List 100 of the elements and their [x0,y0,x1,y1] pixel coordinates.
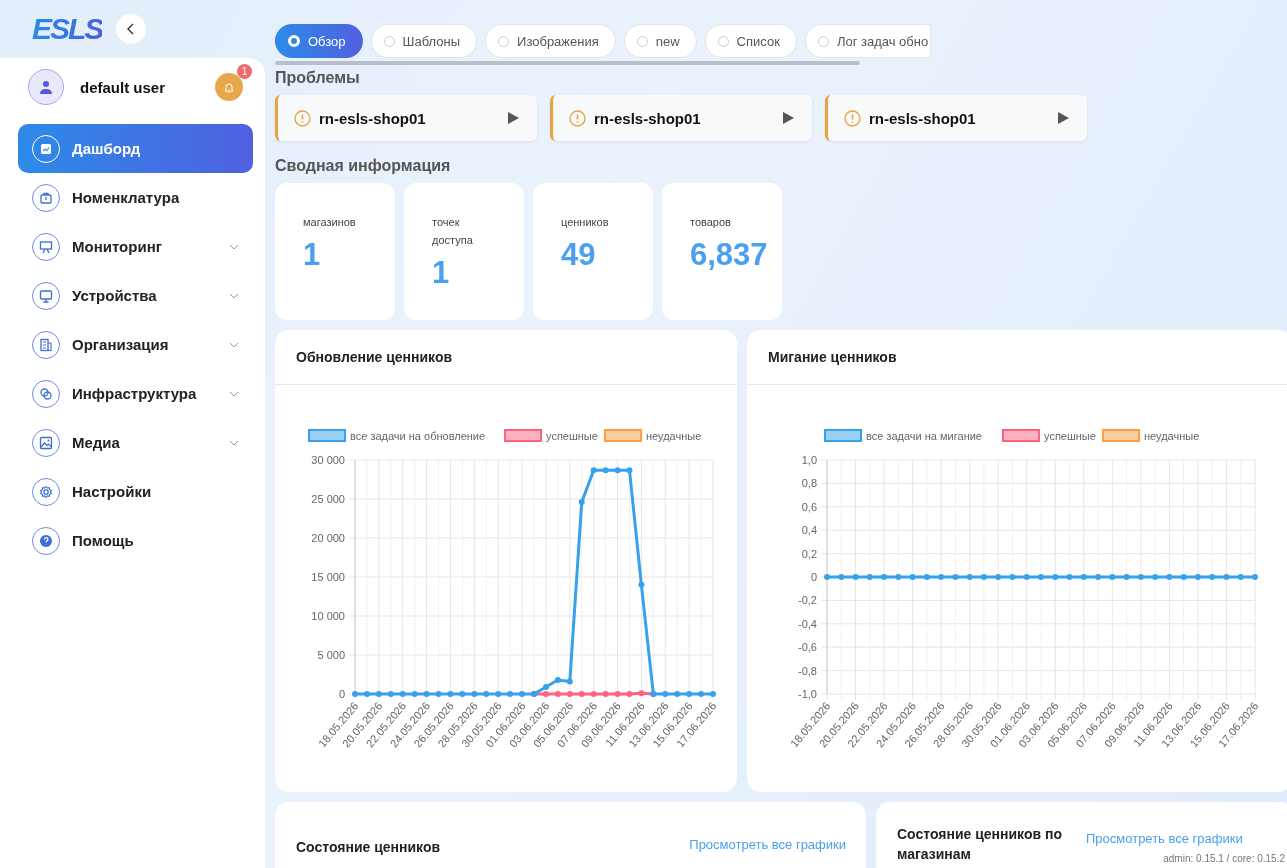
menu-item[interactable]: Устройства [18,271,253,320]
y-tick-label: 0,8 [801,477,817,490]
avatar-icon[interactable] [28,69,64,105]
y-tick-label: 0,6 [801,500,817,513]
play-button[interactable] [1058,112,1069,124]
problem-card[interactable]: rn-esls-shop01 [825,95,1087,141]
card-title: Состояние ценников по магазинам [897,825,1063,864]
section-title: Сводная информация [275,157,452,175]
tab[interactable]: Лог задач обно [804,24,932,58]
warning-icon [569,109,586,127]
collapse-button[interactable] [116,14,147,44]
point [435,691,442,697]
warning-icon [844,109,861,127]
point [542,683,549,690]
point [578,499,585,506]
point [483,691,490,697]
problem-card[interactable]: rn-esls-shop01 [275,95,537,141]
legend-item[interactable]: все задачи на мигание [824,429,982,442]
y-tick-label: -0,6 [798,641,817,654]
play-icon [1058,112,1069,124]
point [519,691,526,697]
point [566,678,573,685]
menu-item[interactable]: Инфраструктура [18,369,253,418]
legend-label: успешные [1044,430,1096,442]
y-tick-label: 20 000 [311,532,345,544]
point [507,691,514,697]
bell-icon[interactable] [215,73,243,101]
menu-item[interactable]: Настройки [18,467,253,516]
legend-label: все задачи на обновление [350,430,486,442]
play-icon [783,112,794,124]
menu-item[interactable]: Помощь [18,516,253,565]
card-title: Состояние ценников [296,838,442,857]
legend-item[interactable]: успешные [1002,429,1096,442]
legend-label: успешные [546,430,598,442]
point [387,691,394,697]
point [698,691,705,697]
menu-item[interactable]: Мониторинг [18,222,253,271]
y-tick-label: -0,8 [798,664,817,677]
point [602,691,609,697]
tab[interactable]: Список [704,24,797,58]
point [578,691,585,697]
problem-name: rn-esls-shop01 [869,109,977,127]
stat-value: 1 [432,255,451,291]
stat-label: товаров [690,215,732,230]
y-tick-label: 25 000 [311,493,345,505]
y-tick-label: 0,2 [801,547,817,560]
y-tick-label: 10 000 [311,610,345,622]
y-tick-label: 5 000 [317,649,345,661]
legend-item[interactable]: все задачи на обновление [308,429,486,442]
stat-value: 1 [303,237,322,273]
point [411,691,418,697]
stat-label: ценников [561,215,610,230]
point [674,691,681,697]
menu-item[interactable]: Организация [18,320,253,369]
point [614,467,621,474]
stat-label: магазинов [303,215,357,230]
legend-item[interactable]: неудачные [604,429,702,442]
point [554,691,561,697]
tab[interactable]: new [623,24,697,58]
problem-name: rn-esls-shop01 [319,109,427,127]
chart-title: Мигание ценников [768,349,897,365]
point [626,691,633,697]
y-tick-label: 15 000 [311,571,345,583]
point [471,691,478,697]
play-icon [508,112,519,124]
point [423,691,430,697]
y-tick-label: 30 000 [311,454,345,466]
stat-value: 49 [561,237,597,273]
point [375,691,382,697]
legend-item[interactable]: неудачные [1102,429,1200,442]
point [590,467,597,474]
point [686,691,693,697]
point [495,691,502,697]
point [662,691,669,697]
tab[interactable]: Изображения [485,24,616,58]
menu-item[interactable]: Номенклатура [18,173,253,222]
point [459,691,466,697]
problem-name: rn-esls-shop01 [594,109,702,127]
play-button[interactable] [508,112,519,124]
notification-badge: 1 [237,64,252,79]
version-text: admin: 0.15.1 / core: 0.15.2 [1163,853,1285,864]
y-tick-label: -0,2 [798,594,817,607]
point [363,691,370,697]
menu-item[interactable]: Дашборд [18,124,253,173]
point [554,676,561,683]
point [542,691,549,697]
y-tick-label: 0,4 [801,524,817,537]
play-button[interactable] [783,112,794,124]
menu-item[interactable]: Медиа [18,418,253,467]
y-tick-label: -0,4 [798,617,817,630]
stat-value: 6,837 [690,237,769,273]
tab[interactable]: Обзор [275,24,363,58]
point [614,691,621,697]
tab[interactable]: Шаблоны [370,24,478,58]
legend-item[interactable]: успешные [504,429,598,442]
problem-card[interactable]: rn-esls-shop01 [550,95,812,141]
point [626,467,633,474]
y-tick-label: 0 [810,571,817,583]
user-name: default user [80,78,167,96]
scrollbar[interactable] [275,61,860,65]
